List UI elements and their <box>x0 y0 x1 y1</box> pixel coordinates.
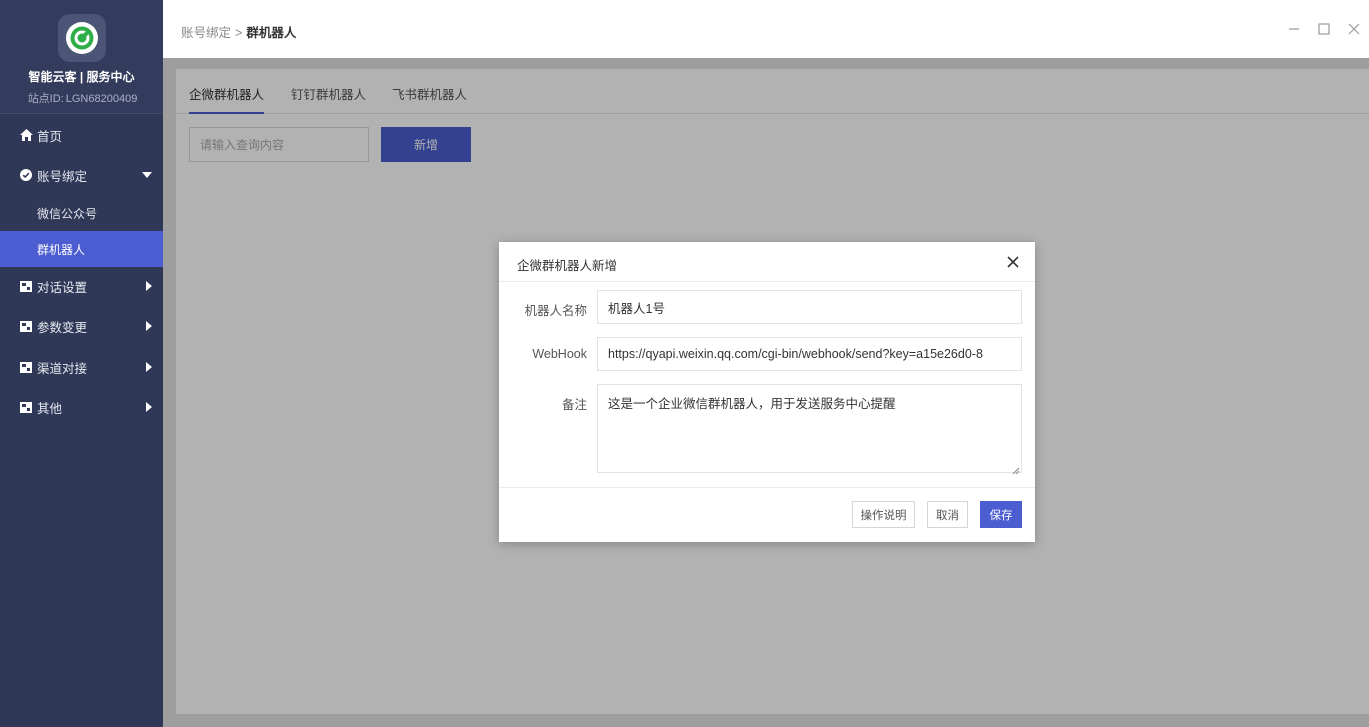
dialog-title: 企微群机器人新增 <box>517 259 618 273</box>
close-icon[interactable] <box>1003 252 1023 272</box>
breadcrumb: 账号绑定 > 群机器人 <box>181 22 296 41</box>
resize-grip-icon[interactable] <box>1012 463 1020 475</box>
menu-block-icon <box>19 400 33 414</box>
maximize-icon[interactable] <box>1313 18 1335 40</box>
site-id-label: 站点ID: <box>27 93 64 105</box>
remark-field[interactable]: 这是一个企业微信群机器人，用于发送服务中心提醒 <box>597 384 1022 473</box>
robot-name-label: 机器人名称 <box>524 304 587 318</box>
sidebar-item-group-robot[interactable]: 群机器人 <box>0 231 163 267</box>
app-logo-icon <box>58 14 106 62</box>
breadcrumb-parent[interactable]: 账号绑定 <box>181 26 231 40</box>
sidebar-item-label: 微信公众号 <box>37 206 98 221</box>
chevron-right-icon <box>146 321 152 331</box>
webhook-field[interactable] <box>597 337 1022 371</box>
remark-label: 备注 <box>561 398 587 412</box>
save-button[interactable]: 保存 <box>980 501 1022 528</box>
topbar: 账号绑定 > 群机器人 <box>163 0 1369 58</box>
webhook-label: WebHook <box>532 347 587 361</box>
menu-block-icon <box>19 279 33 293</box>
chevron-right-icon <box>146 402 152 412</box>
sidebar-item-channel-docking[interactable]: 渠道对接 <box>0 348 163 386</box>
brand-area: 智能云客 | 服务中心 站点ID: LGN68200409 <box>0 0 163 114</box>
brand-name: 智能云客 | 服务中心 <box>28 70 135 84</box>
sidebar-item-home[interactable]: 首页 <box>0 116 163 154</box>
sidebar-item-label: 对话设置 <box>37 280 88 295</box>
site-id-value: LGN68200409 <box>65 93 138 105</box>
menu-block-icon <box>19 360 33 374</box>
robot-name-field[interactable] <box>597 290 1022 324</box>
home-icon <box>19 128 33 142</box>
dialog-header: 企微群机器人新增 <box>499 242 1035 282</box>
breadcrumb-current: 群机器人 <box>246 26 297 40</box>
window-close-icon[interactable] <box>1343 18 1365 40</box>
sidebar: 智能云客 | 服务中心 站点ID: LGN68200409 首页 账号绑定 微信公… <box>0 0 163 727</box>
check-circle-icon <box>19 168 33 182</box>
dialog-footer: 操作说明 取消 保存 <box>499 487 1035 542</box>
sidebar-item-label: 首页 <box>37 129 63 144</box>
breadcrumb-separator: > <box>235 26 243 40</box>
chevron-right-icon <box>146 362 152 372</box>
chevron-down-icon <box>142 172 152 178</box>
sidebar-item-dialog-settings[interactable]: 对话设置 <box>0 267 163 305</box>
add-robot-dialog: 企微群机器人新增 机器人名称 WebHook 备注 这是一个企业微信群机器人，用… <box>499 242 1035 542</box>
sidebar-item-label: 账号绑定 <box>37 169 88 184</box>
menu-block-icon <box>19 319 33 333</box>
sidebar-item-wechat-official[interactable]: 微信公众号 <box>0 195 163 231</box>
chevron-right-icon <box>146 281 152 291</box>
sidebar-item-label: 群机器人 <box>37 242 86 257</box>
site-id: 站点ID: LGN68200409 <box>0 90 163 106</box>
sidebar-item-param-change[interactable]: 参数变更 <box>0 307 163 345</box>
sidebar-item-other[interactable]: 其他 <box>0 388 163 426</box>
sidebar-item-label: 其他 <box>37 401 63 416</box>
sidebar-item-label: 参数变更 <box>37 320 88 335</box>
cancel-button[interactable]: 取消 <box>927 501 968 528</box>
sidebar-item-account-binding[interactable]: 账号绑定 <box>0 156 163 194</box>
help-button[interactable]: 操作说明 <box>852 501 915 528</box>
sidebar-item-label: 渠道对接 <box>37 361 88 376</box>
minimize-icon[interactable] <box>1283 18 1305 40</box>
